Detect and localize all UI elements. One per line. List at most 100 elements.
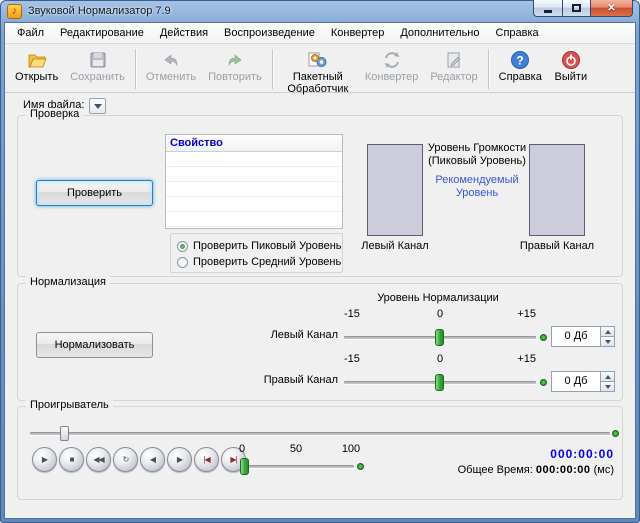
toolbar-converter-button[interactable]: Конвертер [359,46,424,83]
minimize-button[interactable] [533,0,562,17]
check-group: Проверка Проверить Свойство Проверить Пи… [17,115,623,277]
seek-slider[interactable] [30,432,610,435]
total-time-value: 000:00:00 [536,464,591,476]
toolbar-undo-button[interactable]: Отменить [140,46,202,83]
close-button[interactable]: ✕ [590,0,633,17]
window-controls: ✕ [533,0,633,17]
radio-average-level[interactable]: Проверить Средний Уровень [177,254,342,270]
channel-label: Правый Канал [244,374,338,386]
menu-help[interactable]: Справка [488,25,547,41]
right-channel-slider[interactable] [344,381,536,384]
redo-icon [225,49,245,71]
toolbar-open-button[interactable]: Открыть [9,46,64,83]
toolbar-editor-button[interactable]: Редактор [424,46,483,83]
stop-icon: ■ [70,455,74,464]
volume-tick-100: 100 [338,443,364,455]
player-group: Проигрыватель ▶ ■ ◀◀ ↻ ◀ ▶ |◀ ▶| 0 50 10… [17,406,623,500]
right-channel-slider-row: -15 0 +15 Правый Канал 0 Дб [18,353,622,398]
toolbar: Открыть Сохранить Отменить Повторить [5,44,635,93]
total-time-line: Общее Время: 000:00:00 (мс) [358,464,614,476]
slider-thumb[interactable] [435,374,444,391]
spin-arrows [601,371,615,392]
help-icon: ? [510,49,530,71]
spin-up-button[interactable] [601,371,615,381]
toolbar-batch-processor-button[interactable]: Пакетный Обработчик [277,46,359,95]
filename-combobox[interactable] [89,98,106,114]
volume-slider[interactable] [242,465,354,468]
rewind-button[interactable]: ◀◀ [86,447,111,472]
app-window: ♪ Звуковой Нормализатор 7.9 ✕ Файл Редак… [0,0,640,523]
play-icon: ▶ [42,455,47,464]
normalize-group-title: Нормализация [26,276,110,289]
seek-thumb[interactable] [60,426,69,441]
check-button[interactable]: Проверить [36,180,153,206]
check-mode-panel: Проверить Пиковый Уровень Проверить Сред… [170,233,343,273]
db-value[interactable]: 0 Дб [551,326,601,347]
volume-down-button[interactable]: ◀ [140,447,165,472]
table-row [166,212,342,227]
left-level-meter [367,144,423,236]
slider-end-dot [612,430,619,437]
total-time-label: Общее Время: [458,464,533,476]
radio-dot-icon [177,257,188,268]
window-title: Звуковой Нормализатор 7.9 [28,5,171,17]
level-caption: Уровень Громкости (Пиковый Уровень) [416,142,538,168]
player-buttons: ▶ ■ ◀◀ ↻ ◀ ▶ |◀ ▶| [32,447,246,472]
exit-icon [561,49,581,71]
normalize-group: Нормализация Уровень Нормализации Нормал… [17,283,623,401]
slider-end-dot [540,334,547,341]
repeat-button[interactable]: ↻ [113,447,138,472]
open-folder-icon [27,49,47,71]
tick-mid: 0 [425,308,455,320]
recommended-level-link[interactable]: Рекомендуемый Уровень [416,174,538,200]
normalize-caption: Уровень Нормализации [318,292,558,304]
left-channel-slider[interactable] [344,336,536,339]
radio-peak-label: Проверить Пиковый Уровень [193,240,342,252]
batch-processor-icon [307,49,329,71]
player-group-title: Проигрыватель [26,399,113,412]
converter-icon [382,49,402,71]
volume-tick-50: 50 [286,443,306,455]
rewind-icon: ◀◀ [93,455,103,464]
menu-actions[interactable]: Действия [152,25,216,41]
volume-up-button[interactable]: ▶ [167,447,192,472]
spin-down-button[interactable] [601,336,615,347]
left-channel-slider-row: -15 0 +15 Левый Канал 0 Дб [18,308,622,353]
toolbar-help-button[interactable]: ? Справка [493,46,548,83]
toolbar-save-button[interactable]: Сохранить [64,46,131,83]
menu-edit[interactable]: Редактирование [52,25,152,41]
toolbar-separator [135,49,136,89]
toolbar-exit-button[interactable]: Выйти [548,46,594,83]
db-value[interactable]: 0 Дб [551,371,601,392]
spin-down-button[interactable] [601,381,615,392]
stop-button[interactable]: ■ [59,447,84,472]
toolbar-redo-button[interactable]: Повторить [202,46,268,83]
svg-text:?: ? [517,54,524,68]
tick-min: -15 [344,308,360,320]
menu-file[interactable]: Файл [9,25,52,41]
tick-mid: 0 [425,353,455,365]
editor-icon [444,49,464,71]
maximize-button[interactable] [562,0,590,17]
left-channel-label: Левый Канал [343,240,447,252]
menu-extra[interactable]: Дополнительно [392,25,487,41]
menu-bar: Файл Редактирование Действия Воспроизвед… [5,23,635,44]
menu-playback[interactable]: Воспроизведение [216,25,323,41]
table-row [166,167,342,182]
play-button[interactable]: ▶ [32,447,57,472]
tick-max: +15 [508,353,536,365]
undo-icon [161,49,181,71]
volume-down-icon: ◀ [150,455,155,464]
right-channel-label: Правый Канал [505,240,609,252]
client-area: Файл Редактирование Действия Воспроизвед… [4,22,636,519]
menu-converter[interactable]: Конвертер [323,25,392,41]
slider-thumb[interactable] [435,329,444,346]
table-header-property: Свойство [166,135,342,152]
spin-up-button[interactable] [601,326,615,336]
radio-peak-level[interactable]: Проверить Пиковый Уровень [177,238,342,254]
toolbar-separator [272,49,273,89]
minimize-icon [544,10,552,13]
skip-start-button[interactable]: |◀ [194,447,219,472]
volume-thumb[interactable] [240,458,249,475]
save-icon [88,49,108,71]
